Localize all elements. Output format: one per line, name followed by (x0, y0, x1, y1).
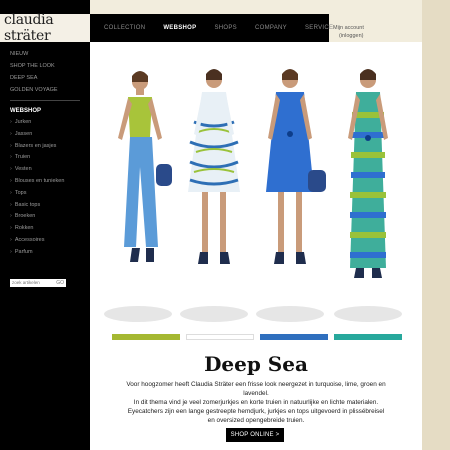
model-blue-dress (266, 69, 326, 264)
intro-text: Voor hoogzomer heeft Claudia Sträter een… (116, 380, 396, 425)
right-band (422, 0, 450, 450)
color-stripes (112, 334, 402, 340)
stripe-blue (260, 334, 328, 340)
search-go-icon[interactable]: GO (56, 280, 64, 286)
sidebar-item-broeken[interactable]: Broeken (10, 211, 90, 223)
page-title: Deep Sea (204, 352, 308, 376)
my-account-link[interactable]: Mijn account (333, 24, 393, 32)
sidebar-item-rokken[interactable]: Rokken (10, 223, 90, 235)
sidebar: NIEUW SHOP THE LOOK DEEP SEA GOLDEN VOYA… (0, 42, 90, 450)
nav-collection[interactable]: COLLECTION (104, 25, 145, 31)
sidebar-item-blazers[interactable]: Blazers en jasjes (10, 141, 90, 153)
sidebar-heading-webshop[interactable]: WEBSHOP (10, 105, 90, 117)
nav-company[interactable]: COMPANY (255, 25, 287, 31)
intro-line: Voor hoogzomer heeft Claudia Sträter een… (126, 381, 386, 398)
model-printed-dress (188, 69, 240, 264)
sidebar-divider (10, 100, 80, 101)
shadow (104, 306, 172, 322)
sidebar-item-truien[interactable]: Truien (10, 152, 90, 164)
login-link[interactable]: (inloggen) (333, 32, 393, 40)
account-links: Mijn account (inloggen) (333, 24, 393, 40)
models-photo (104, 69, 402, 322)
sidebar-item-blouses[interactable]: Blouses en tunieken (10, 176, 90, 188)
top-navigation: COLLECTION WEBSHOP SHOPS COMPANY SERVICE (90, 14, 333, 42)
shadow (180, 306, 248, 322)
sidebar-item-jurken[interactable]: Jurken (10, 117, 90, 129)
brand-logo[interactable]: claudia sträter (0, 12, 90, 44)
intro-line: en oversized opengebreide truien. (207, 417, 305, 425)
nav-service[interactable]: SERVICE (305, 25, 333, 31)
search-box: GO (10, 278, 66, 287)
stripe-white (186, 334, 254, 340)
intro-line: Eyecatchers zijn een lange gestreepte he… (127, 408, 385, 416)
sidebar-item-jassen[interactable]: Jassen (10, 129, 90, 141)
sidebar-item-tops[interactable]: Tops (10, 188, 90, 200)
nav-webshop[interactable]: WEBSHOP (163, 25, 196, 31)
search-input[interactable] (12, 280, 52, 286)
sidebar-item-golden-voyage[interactable]: GOLDEN VOYAGE (10, 84, 90, 96)
stripe-lime (112, 334, 180, 340)
nav-shops[interactable]: SHOPS (214, 25, 237, 31)
sidebar-item-parfum[interactable]: Parfum (10, 247, 90, 259)
shadow (256, 306, 324, 322)
main-content: Deep Sea Voor hoogzomer heeft Claudia St… (90, 42, 422, 450)
sidebar-item-vesten[interactable]: Vesten (10, 164, 90, 176)
sidebar-item-accessoires[interactable]: Accessoires (10, 235, 90, 247)
model-lime-top (118, 71, 172, 262)
shadow (334, 306, 402, 322)
sidebar-item-deep-sea[interactable]: DEEP SEA (10, 72, 90, 84)
model-striped-maxi (348, 69, 388, 278)
stripe-turquoise (334, 334, 402, 340)
sidebar-item-nieuw[interactable]: NIEUW (10, 48, 90, 60)
intro-line: In dit thema vind je veel zomerjurkjes e… (133, 399, 379, 407)
hero-image[interactable] (90, 52, 422, 352)
shop-online-button[interactable]: SHOP ONLINE > (226, 428, 284, 442)
sidebar-item-basic-tops[interactable]: Basic tops (10, 200, 90, 212)
sidebar-item-shop-the-look[interactable]: SHOP THE LOOK (10, 60, 90, 72)
